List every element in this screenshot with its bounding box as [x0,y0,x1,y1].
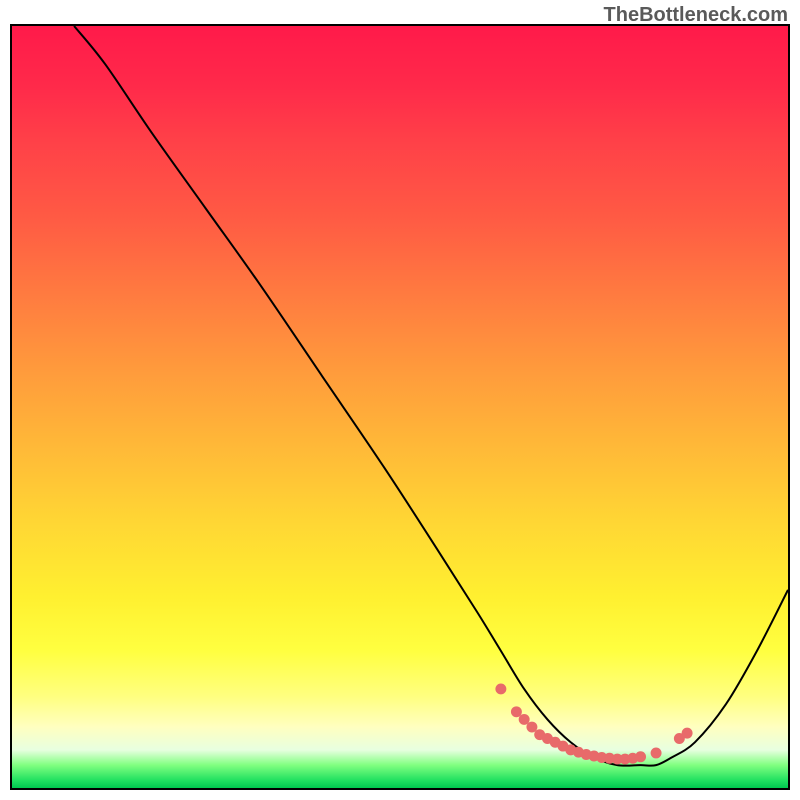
chart-overlay [12,26,788,788]
curve-line [74,26,788,766]
marker-dot [682,728,693,739]
watermark-text: TheBottleneck.com [604,4,788,27]
plot-area [10,24,790,790]
marker-dot [495,683,506,694]
marker-dot [635,751,646,762]
chart-container: TheBottleneck.com [0,0,800,800]
marker-dot [651,747,662,758]
marker-dots [495,683,692,764]
